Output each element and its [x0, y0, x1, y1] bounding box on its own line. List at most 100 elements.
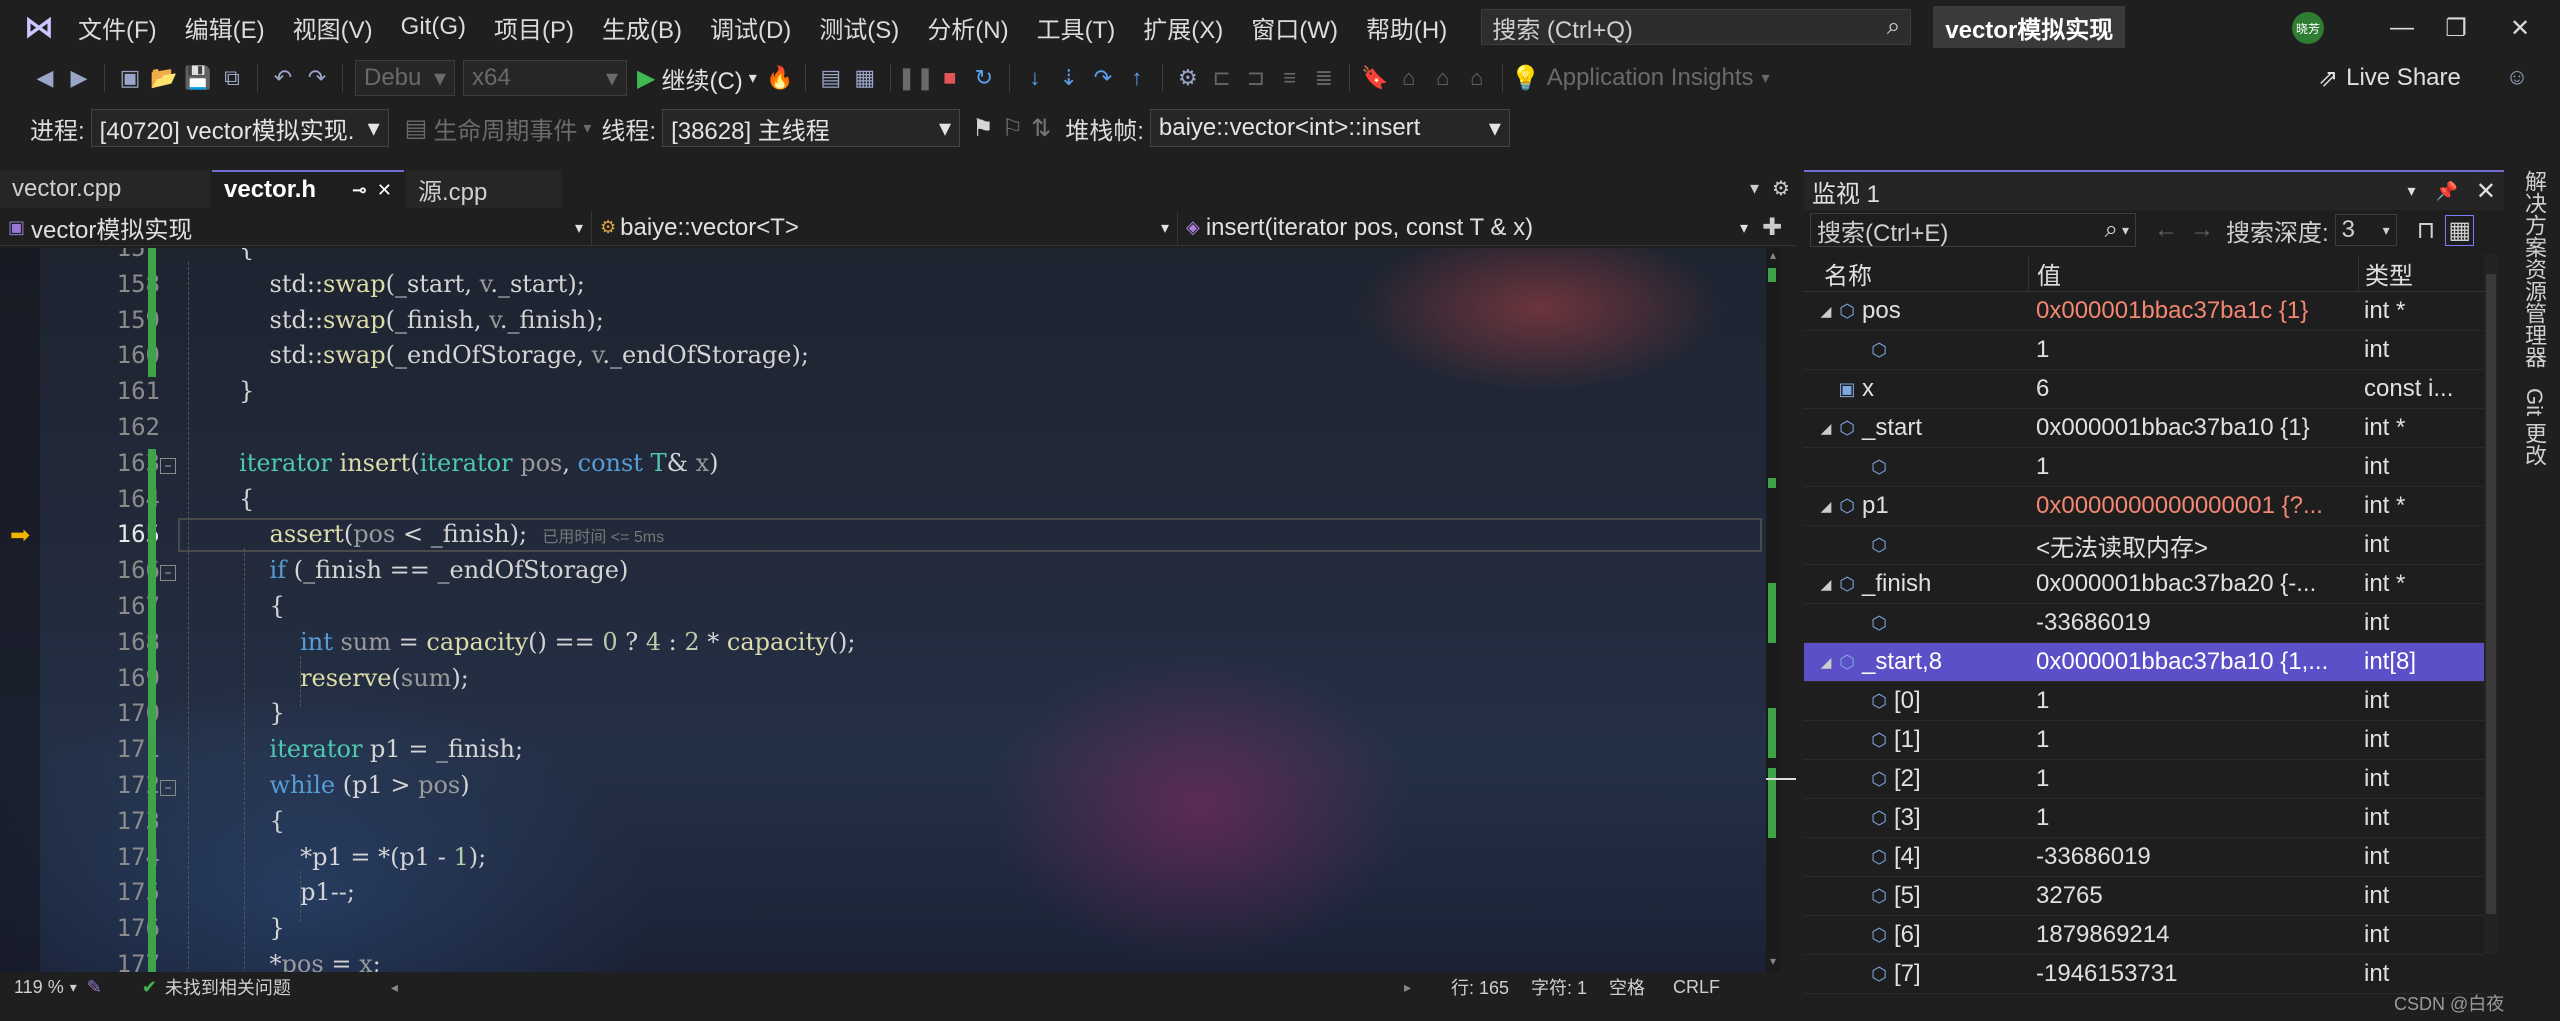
- fold-toggle-icon[interactable]: −: [160, 565, 176, 582]
- split-editor-icon[interactable]: ✚: [1756, 213, 1788, 242]
- settings-gear-icon[interactable]: ⚙: [1772, 176, 1790, 201]
- column-value-header[interactable]: 值: [2028, 256, 2358, 291]
- collapse-icon[interactable]: ◢: [1816, 303, 1836, 320]
- chevron-down-icon[interactable]: ▾: [70, 979, 77, 996]
- watch-search-input[interactable]: 搜索(Ctrl+E) ⌕ ▾: [1810, 213, 2136, 247]
- redo-icon[interactable]: ↷: [302, 61, 332, 95]
- platform-combo[interactable]: x64 ▾: [463, 60, 627, 96]
- search-depth-combo[interactable]: 3 ▾: [2334, 214, 2397, 246]
- watch-value[interactable]: 0x000001bbac37ba10 {1}: [2028, 414, 2358, 442]
- watch-value[interactable]: -33686019: [2028, 609, 2358, 637]
- watch-value[interactable]: 0x000001bbac37ba20 {-...: [2028, 570, 2358, 598]
- comment-icon[interactable]: ⊏: [1207, 61, 1237, 95]
- menu-item[interactable]: 视图(V): [279, 7, 387, 47]
- tab-overflow-icon[interactable]: ▾: [1750, 178, 1759, 199]
- restore-icon[interactable]: ❐: [2436, 8, 2476, 48]
- code-line[interactable]: while (p1 > pos): [178, 771, 470, 799]
- side-tab-0[interactable]: 解决方案资源管理器: [2518, 160, 2550, 378]
- search-next-icon[interactable]: →: [2190, 216, 2214, 244]
- side-tab-1[interactable]: Git 更改: [2518, 378, 2550, 476]
- next-bookmark-icon[interactable]: ⌂: [1428, 61, 1458, 95]
- watch-value[interactable]: 0x0000000000000001 {?...: [2028, 492, 2358, 520]
- show-next-statement-icon[interactable]: ↓: [1020, 61, 1050, 95]
- menu-item[interactable]: 测试(S): [805, 7, 913, 47]
- char-indicator[interactable]: 字符: 1: [1531, 974, 1587, 1000]
- scope-combo[interactable]: ⚙ baiye::vector<T> ▾: [592, 210, 1178, 245]
- watch-value[interactable]: 1: [2028, 453, 2358, 481]
- menu-item[interactable]: Git(G): [387, 7, 480, 47]
- code-line[interactable]: {: [178, 807, 285, 835]
- fold-toggle-icon[interactable]: −: [160, 457, 176, 474]
- pause-icon[interactable]: ❚❚: [897, 61, 934, 95]
- code-line[interactable]: if (_finish == _endOfStorage): [178, 556, 629, 584]
- menu-item[interactable]: 生成(B): [588, 7, 696, 47]
- watch-value[interactable]: 1879869214: [2028, 921, 2358, 949]
- user-avatar[interactable]: 晓芳: [2292, 12, 2324, 44]
- view-toggle-icon[interactable]: ▦: [2445, 214, 2475, 246]
- global-search-box[interactable]: 搜索 (Ctrl+Q) ⌕: [1481, 9, 1912, 45]
- forward-icon[interactable]: ▶: [64, 61, 94, 95]
- code-line[interactable]: {: [178, 485, 254, 513]
- project-combo[interactable]: ▣ vector模拟实现 ▾: [0, 210, 592, 245]
- watch-row[interactable]: ◢ ⬡ _start,8 0x000001bbac37ba10 {1,... int[8…: [1804, 643, 2484, 682]
- watch-row[interactable]: ⬡ [1] 1 int: [1804, 721, 2484, 760]
- watch-row[interactable]: ⬡ 1 int: [1804, 331, 2484, 370]
- editor-vertical-scrollbar[interactable]: ▴ ▾: [1766, 248, 1796, 972]
- line-ending-indicator[interactable]: CRLF: [1673, 977, 1720, 998]
- watch-value[interactable]: 6: [2028, 375, 2358, 403]
- code-line[interactable]: *pos = x;: [178, 950, 381, 972]
- watch-row[interactable]: ⬡ [6] 1879869214 int: [1804, 916, 2484, 955]
- fold-toggle-icon[interactable]: −: [160, 780, 176, 796]
- pin-icon[interactable]: 📌: [2435, 181, 2457, 202]
- stop-icon[interactable]: ■: [935, 61, 965, 95]
- clear-bookmarks-icon[interactable]: ⌂: [1462, 61, 1492, 95]
- watch-row[interactable]: ⬡ [7] -1946153731 int: [1804, 955, 2484, 994]
- tab-vector.cpp[interactable]: vector.cpp: [0, 170, 210, 208]
- lifecycle-icon[interactable]: ▤: [405, 114, 428, 143]
- feedback-icon[interactable]: ☺: [2502, 60, 2532, 94]
- watch-row[interactable]: ▣ x 6 const i...: [1804, 370, 2484, 409]
- code-line[interactable]: p1--;: [178, 878, 355, 906]
- scroll-right-icon[interactable]: ▸: [1404, 979, 1411, 996]
- panel-dropdown-icon[interactable]: ▾: [2407, 181, 2415, 201]
- flag-icon[interactable]: ⚑: [972, 114, 994, 143]
- visual-studio-logo-icon[interactable]: ⋈: [14, 7, 64, 47]
- watch-value[interactable]: 1: [2028, 687, 2358, 715]
- watch-row[interactable]: ⬡ <无法读取内存> int: [1804, 526, 2484, 565]
- menu-item[interactable]: 窗口(W): [1237, 7, 1352, 47]
- menu-item[interactable]: 编辑(E): [171, 7, 279, 47]
- diagnostic-icon[interactable]: ▤: [816, 61, 846, 95]
- prev-bookmark-icon[interactable]: ⌂: [1394, 61, 1424, 95]
- column-type-header[interactable]: 类型: [2358, 256, 2484, 291]
- pin-source-icon[interactable]: ⊓: [2417, 216, 2436, 245]
- close-panel-icon[interactable]: ✕: [2476, 177, 2496, 206]
- menu-item[interactable]: 分析(N): [913, 7, 1022, 47]
- application-insights-button[interactable]: 💡 Application Insights ▾: [1511, 64, 1770, 93]
- code-line[interactable]: iterator p1 = _finish;: [178, 735, 524, 763]
- code-line[interactable]: {: [178, 592, 285, 620]
- hot-reload-icon[interactable]: 🔥: [765, 61, 795, 95]
- search-prev-icon[interactable]: ←: [2154, 216, 2178, 244]
- tab-源.cpp[interactable]: 源.cpp: [406, 170, 562, 208]
- pin-tab-icon[interactable]: ⊸: [352, 180, 367, 201]
- watch-row[interactable]: ⬡ [4] -33686019 int: [1804, 838, 2484, 877]
- column-name-header[interactable]: 名称: [1804, 256, 2028, 291]
- code-line[interactable]: *p1 = *(p1 - 1);: [178, 843, 486, 871]
- chevron-down-icon[interactable]: ▾: [583, 118, 591, 138]
- new-item-icon[interactable]: ▣: [115, 61, 145, 95]
- watch-row[interactable]: ⬡ [0] 1 int: [1804, 682, 2484, 721]
- process-combo[interactable]: [40720] vector模拟实现. ▾: [90, 109, 389, 147]
- indent-icon[interactable]: ≡: [1275, 61, 1305, 95]
- code-editor[interactable]: 157 {158 std::swap(_start, v._start); 159…: [0, 248, 1780, 972]
- code-line[interactable]: std::swap(_finish, v._finish);: [178, 306, 604, 334]
- watch-row[interactable]: ⬡ 1 int: [1804, 448, 2484, 487]
- watch-value[interactable]: 0x000001bbac37ba10 {1,...: [2028, 648, 2358, 676]
- menu-item[interactable]: 文件(F): [64, 7, 171, 47]
- watch-value[interactable]: <无法读取内存>: [2028, 528, 2358, 563]
- uncomment-icon[interactable]: ⊐: [1241, 61, 1271, 95]
- outdent-icon[interactable]: ≣: [1309, 61, 1339, 95]
- menu-item[interactable]: 调试(D): [696, 7, 805, 47]
- watch-value[interactable]: 1: [2028, 765, 2358, 793]
- step-over-icon[interactable]: ↷: [1088, 61, 1118, 95]
- issues-status[interactable]: 未找到相关问题: [165, 974, 291, 1000]
